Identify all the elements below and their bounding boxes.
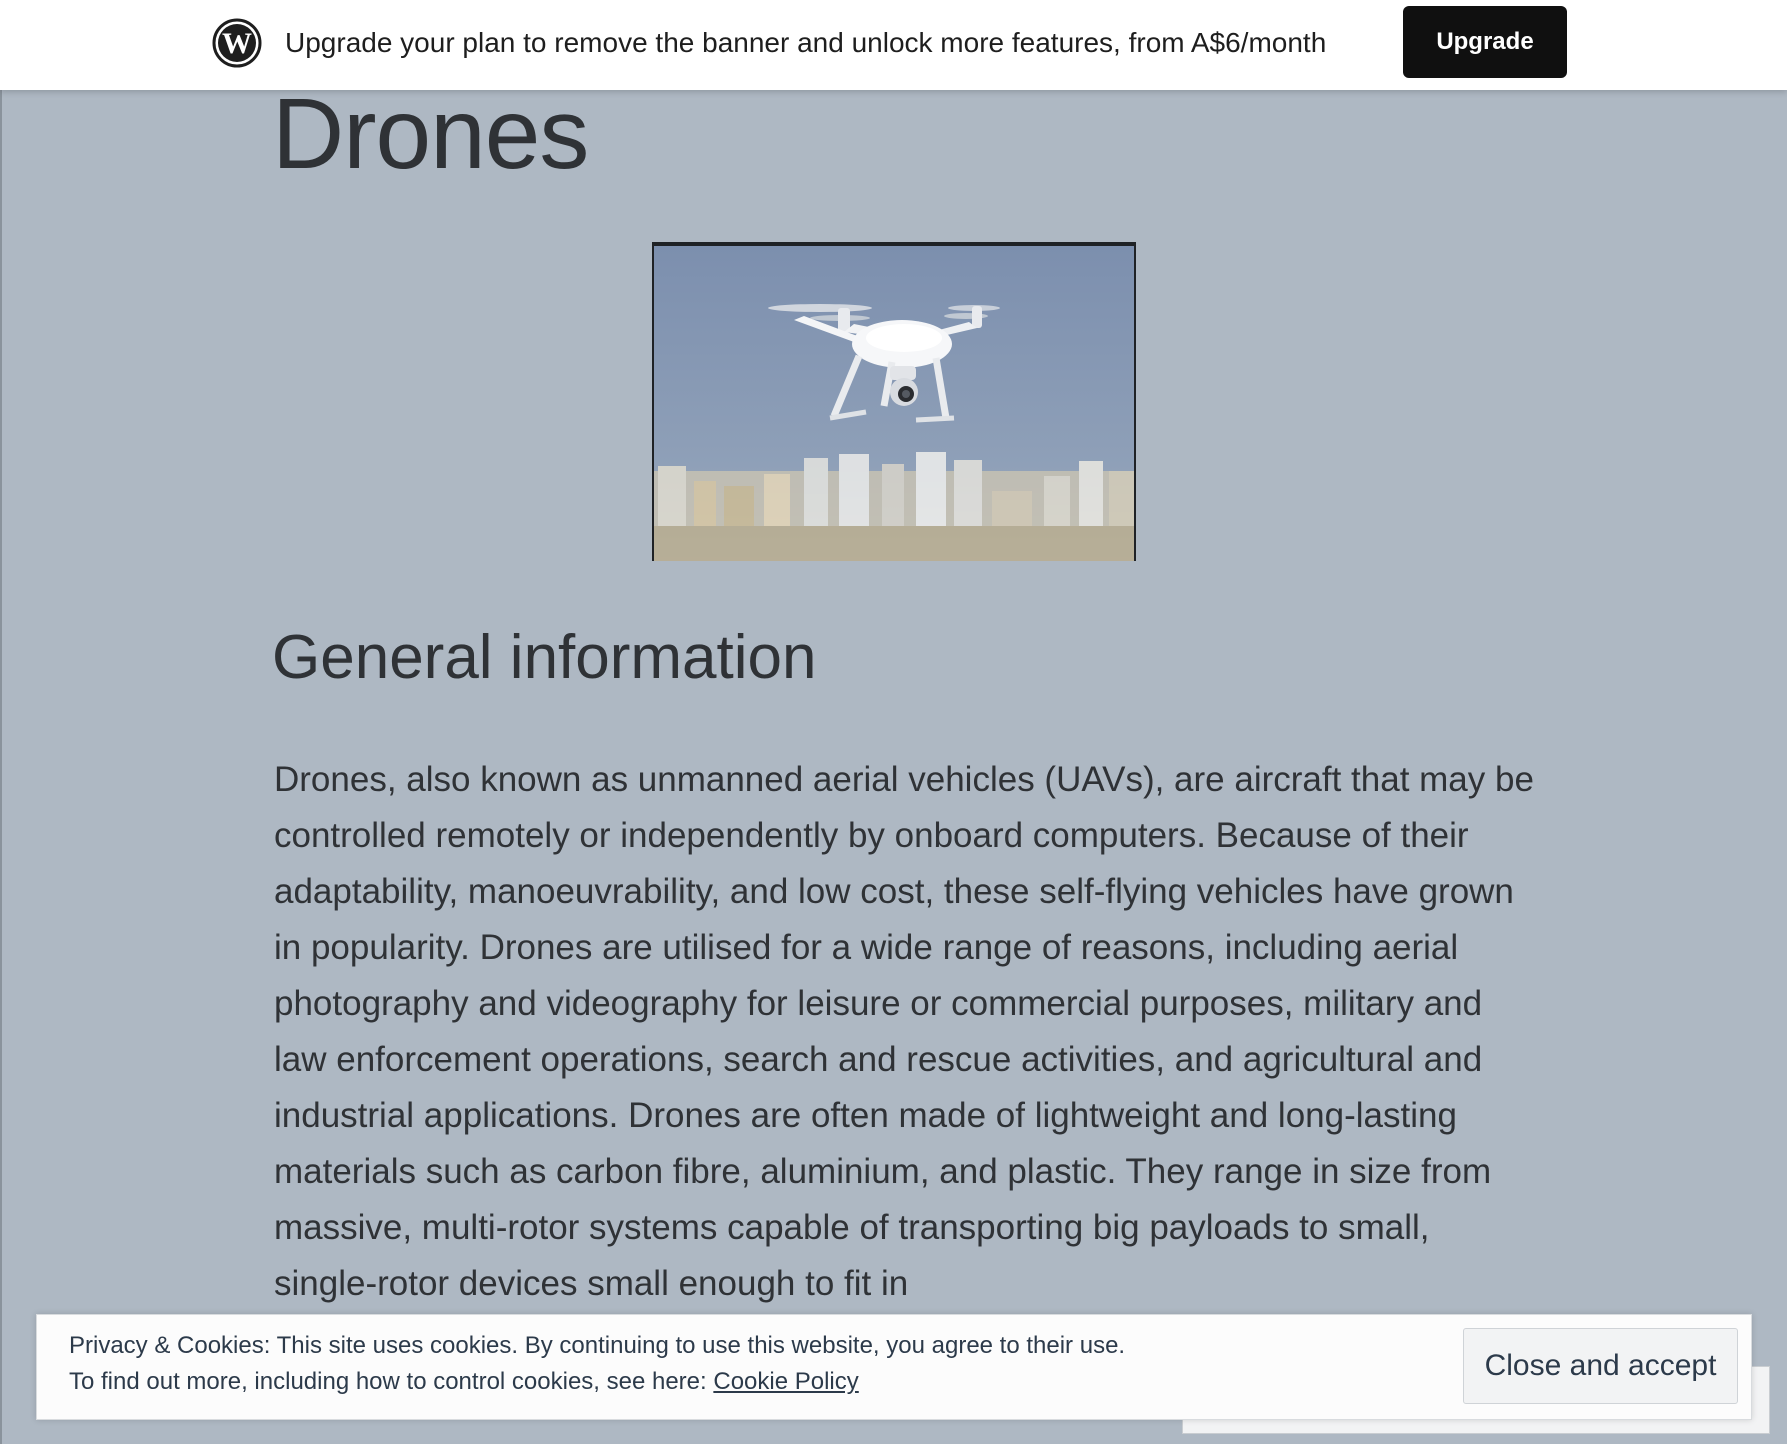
cookie-notice-text: Privacy & Cookies: This site uses cookie… — [69, 1332, 1126, 1359]
cookie-policy-link[interactable]: Cookie Policy — [713, 1368, 858, 1395]
banner-message: Upgrade your plan to remove the banner a… — [285, 27, 1327, 58]
cookie-notice-text-2: To find out more, including how to contr… — [69, 1367, 859, 1397]
svg-text:W: W — [222, 27, 252, 60]
page-title: Drones — [272, 78, 589, 190]
upgrade-button[interactable]: Upgrade — [1403, 6, 1567, 78]
wordpress-logo-icon: W — [212, 18, 262, 68]
upgrade-banner: W Upgrade your plan to remove the banner… — [0, 0, 1787, 90]
close-and-accept-button[interactable]: Close and accept — [1463, 1328, 1738, 1404]
drone-photo — [652, 242, 1136, 561]
drone-image-illustration — [654, 246, 1134, 561]
cookie-notice: Privacy & Cookies: This site uses cookie… — [36, 1314, 1752, 1420]
article-paragraph: Drones, also known as unmanned aerial ve… — [274, 760, 1534, 1303]
cookie-notice-prefix: To find out more, including how to contr… — [69, 1368, 714, 1395]
section-heading: General information — [272, 623, 817, 692]
